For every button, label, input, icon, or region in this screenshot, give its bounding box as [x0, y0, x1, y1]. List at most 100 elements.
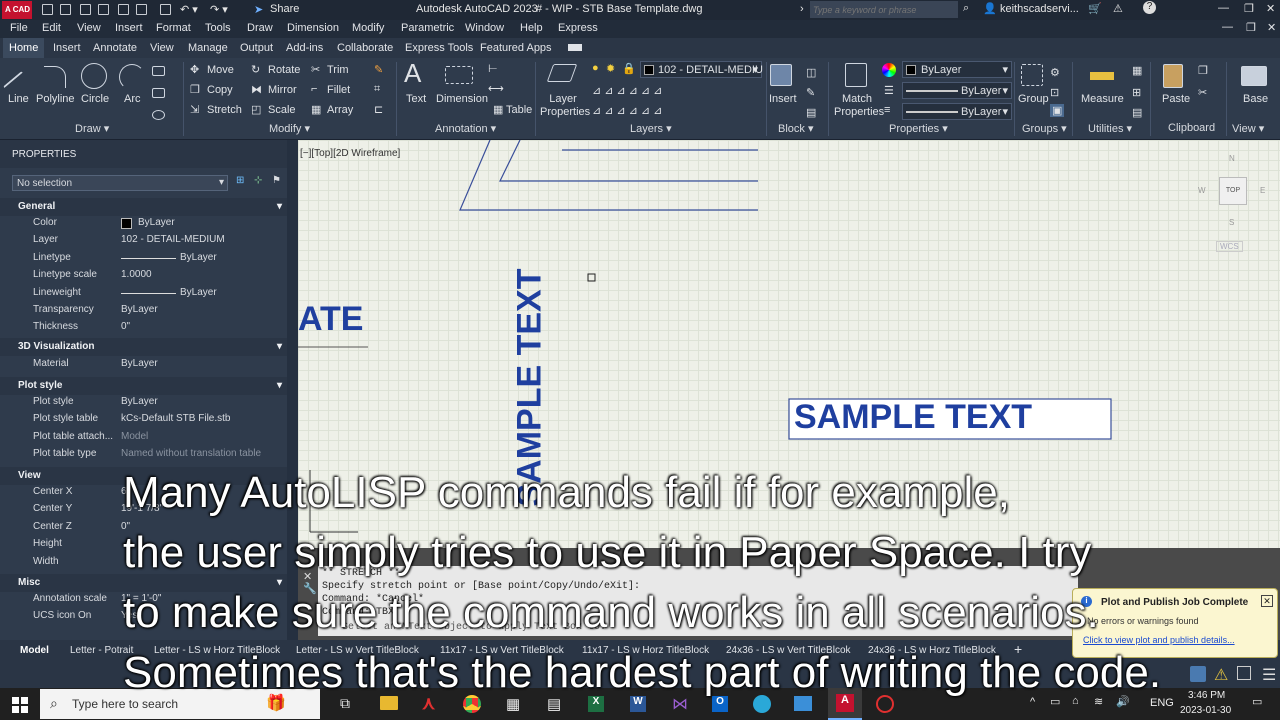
array-button[interactable]: Array	[327, 104, 353, 116]
menu-window[interactable]: Window	[465, 22, 504, 34]
help-search-input[interactable]	[810, 1, 958, 18]
match-properties-button[interactable]: Match Properties	[834, 93, 884, 119]
region-icon[interactable]	[152, 110, 165, 120]
autocad-logo[interactable]: A CAD	[2, 1, 32, 19]
tab-addins[interactable]: Add-ins	[286, 42, 323, 54]
user-name[interactable]: keithscadservi...	[1000, 3, 1079, 15]
search-icon[interactable]: ⌕	[963, 2, 969, 15]
block-create-icon[interactable]: ◫	[806, 66, 816, 79]
tab-manage[interactable]: Manage	[188, 42, 228, 54]
block-attr-icon[interactable]: ▤	[806, 106, 816, 119]
mirror-button[interactable]: Mirror	[268, 84, 297, 96]
property-row[interactable]: Height	[0, 536, 298, 553]
erase-icon[interactable]: ✎	[374, 63, 383, 76]
tab-24x36-ls-vert[interactable]: 24x36 - LS w Vert TitleBlcok	[726, 645, 851, 656]
property-row[interactable]: Plot table type Named without translation…	[0, 446, 298, 463]
command-input[interactable]: Select an MText object to apply Text Box…	[342, 622, 606, 633]
command-customize-icon[interactable]: 🔧	[303, 582, 317, 595]
rotate-button[interactable]: Rotate	[268, 64, 300, 76]
quick-select-icon[interactable]: ⚑	[272, 175, 281, 186]
layer-tools-icon[interactable]: ⊿⊿⊿⊿⊿⊿	[592, 84, 665, 97]
menu-format[interactable]: Format	[156, 22, 191, 34]
menu-dimension[interactable]: Dimension	[287, 22, 339, 34]
property-row[interactable]: Color ByLayer	[0, 215, 298, 232]
calculator-app-icon[interactable]: ▦	[506, 695, 520, 713]
autocad-taskbar-icon[interactable]: A	[828, 688, 862, 720]
menu-insert[interactable]: Insert	[115, 22, 143, 34]
panel-draw[interactable]: Draw ▾	[75, 122, 109, 135]
app-icon-grid[interactable]: ▤	[547, 695, 561, 713]
add-layout-icon[interactable]: +	[1014, 641, 1022, 657]
tab-letter-ls-vert[interactable]: Letter - LS w Vert TitleBlock	[296, 645, 419, 656]
section-3d-visualization[interactable]: 3D Visualization ▾	[0, 338, 298, 356]
tab-output[interactable]: Output	[240, 42, 273, 54]
panel-groups[interactable]: Groups ▾	[1022, 122, 1067, 135]
sun-icon[interactable]: ✹	[606, 62, 615, 75]
menu-file[interactable]: File	[10, 22, 28, 34]
dimension-button[interactable]: Dimension	[436, 93, 488, 105]
language-indicator[interactable]: ENG	[1150, 697, 1174, 709]
circle-icon[interactable]	[81, 63, 107, 89]
viewcube-east[interactable]: E	[1260, 186, 1265, 195]
tab-featured-apps[interactable]: Featured Apps	[480, 42, 552, 54]
palette-side-strip[interactable]	[287, 140, 298, 640]
move-button[interactable]: Move	[207, 64, 234, 76]
tray-network-icon[interactable]: ⌂	[1072, 695, 1079, 707]
notification-center-icon[interactable]: ▭	[1252, 695, 1262, 708]
cut-icon[interactable]: ✂	[1198, 86, 1207, 99]
menu-modify[interactable]: Modify	[352, 22, 384, 34]
tab-home[interactable]: Home	[3, 38, 45, 58]
property-row[interactable]: Transparency ByLayer	[0, 302, 298, 319]
linetype-dropdown[interactable]: ByLayer ▾	[902, 82, 1012, 99]
polyline-button[interactable]: Polyline	[36, 93, 75, 105]
viewcube-north[interactable]: N	[1229, 154, 1235, 163]
property-row[interactable]: Center Y 19'-1 7/8"	[0, 501, 298, 518]
wcs-menu[interactable]: WCS	[1216, 241, 1243, 252]
excel-icon[interactable]: X	[588, 696, 604, 712]
customization-icon[interactable]: ☰	[1262, 665, 1276, 685]
table-button[interactable]: Table	[506, 104, 532, 116]
connect-icon[interactable]: ⚠	[1113, 2, 1123, 15]
tray-wifi-icon[interactable]: ≋	[1094, 695, 1103, 708]
text-button[interactable]: Text	[406, 93, 426, 105]
viewcube-top-face[interactable]: TOP	[1219, 177, 1247, 205]
menu-restore-icon[interactable]: ❐	[1246, 21, 1256, 34]
save-icon[interactable]	[80, 4, 91, 15]
notification-close-icon[interactable]: ✕	[1261, 595, 1273, 607]
lineweight-dropdown[interactable]: ByLayer ▾	[902, 103, 1012, 120]
section-view[interactable]: View	[0, 467, 298, 485]
ribbon-toggle-icon[interactable]	[568, 44, 582, 51]
new-file-icon[interactable]	[42, 4, 53, 15]
open-file-icon[interactable]	[60, 4, 71, 15]
property-row[interactable]: Lineweight ByLayer	[0, 285, 298, 302]
toggle-pickadd-icon[interactable]: ⊞	[236, 175, 244, 186]
leader-icon[interactable]: ⊢	[488, 62, 498, 75]
panel-view[interactable]: View ▾	[1232, 122, 1264, 135]
property-row[interactable]: Linetype ByLayer	[0, 250, 298, 267]
model-space-icon[interactable]	[1190, 666, 1206, 682]
app-icon-dark[interactable]	[876, 695, 894, 713]
boxed-sample-text[interactable]: SAMPLE TEXT	[794, 398, 1032, 437]
copy-clip-icon[interactable]: ❐	[1198, 64, 1208, 77]
fillet-button[interactable]: Fillet	[327, 84, 350, 96]
quick-calc-icon[interactable]: ▦	[1132, 64, 1142, 77]
tray-chevron-icon[interactable]: ^	[1030, 696, 1035, 708]
group-select-active-icon[interactable]: ▣	[1050, 104, 1065, 117]
notification-tray-icon[interactable]: ⚠	[1214, 665, 1228, 685]
base-button[interactable]: Base	[1243, 93, 1268, 105]
notification-link[interactable]: Click to view plot and publish details..…	[1083, 635, 1235, 645]
menu-view[interactable]: View	[77, 22, 101, 34]
chevron-right-icon[interactable]: ›	[800, 3, 804, 15]
property-row[interactable]: Thickness 0"	[0, 319, 298, 336]
property-row[interactable]: UCS icon On Yes	[0, 608, 298, 625]
property-row[interactable]: Center X 6	[0, 484, 298, 501]
tab-view[interactable]: View	[150, 42, 174, 54]
save-as-icon[interactable]	[98, 4, 109, 15]
menu-help[interactable]: Help	[520, 22, 543, 34]
save-web-icon[interactable]	[136, 4, 147, 15]
menu-express[interactable]: Express	[558, 22, 598, 34]
group-edit-icon[interactable]: ⚙	[1050, 66, 1060, 79]
property-row[interactable]: Center Z 0"	[0, 519, 298, 536]
taskbar-search[interactable]: ⌕ Type here to search 🎁	[40, 689, 320, 719]
linear-icon[interactable]: ⟷	[488, 82, 504, 95]
